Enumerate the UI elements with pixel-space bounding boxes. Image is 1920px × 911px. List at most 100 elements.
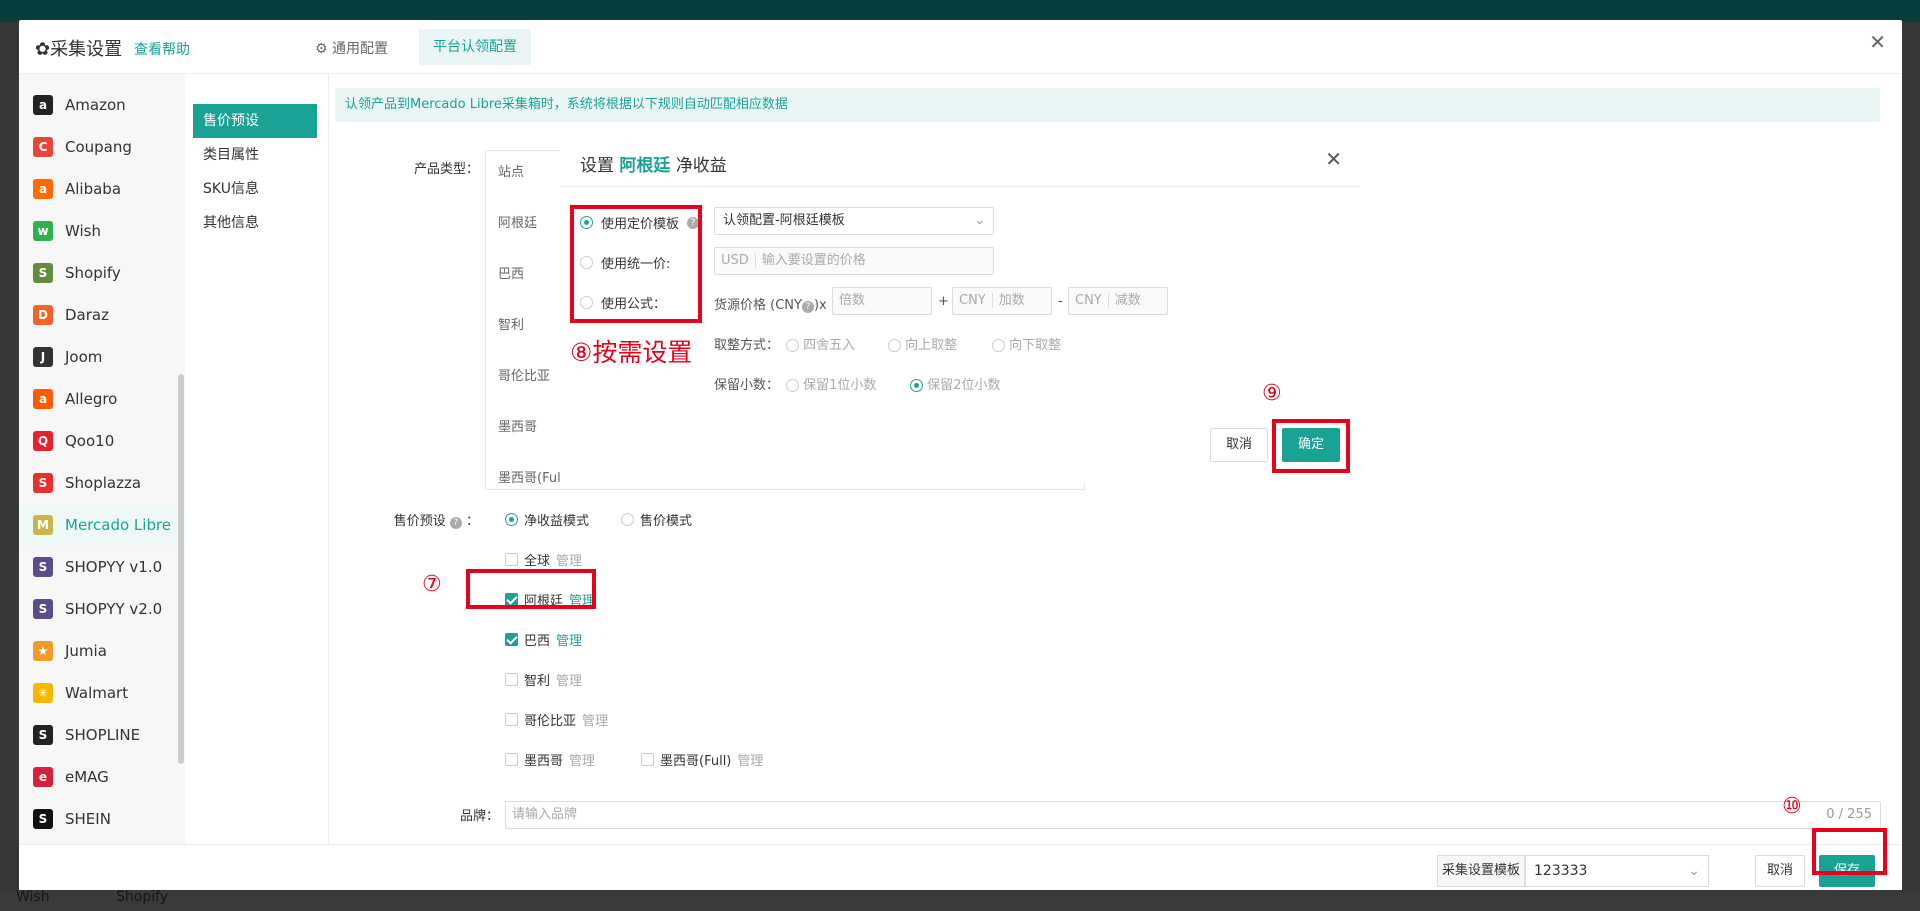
sidebar-item-walmart[interactable]: ✳ Walmart: [19, 672, 185, 714]
help-link[interactable]: 查看帮助: [134, 39, 190, 59]
sidebar-item-coupang[interactable]: C Coupang: [19, 126, 185, 168]
brand-label: 品牌：: [459, 809, 499, 824]
step-8-hint: ⑧按需设置: [570, 338, 693, 367]
site-brazil[interactable]: 巴西 管理: [505, 630, 582, 649]
checkbox[interactable]: [505, 753, 518, 766]
info-notice: 认领产品到Mercado Libre采集箱时，系统将根据以下规则自动匹配相应数据: [335, 88, 1880, 122]
save-button[interactable]: 保存: [1819, 855, 1875, 887]
sidebar-item-allegro[interactable]: a Allegro: [19, 378, 185, 420]
manage-link[interactable]: 管理: [556, 630, 582, 649]
sidebar-item-joom[interactable]: J Joom: [19, 336, 185, 378]
decimal-two[interactable]: 保留2位小数: [910, 374, 1000, 393]
sidebar-item-alibaba[interactable]: a Alibaba: [19, 168, 185, 210]
subnav-category-attributes[interactable]: 类目属性: [193, 138, 317, 172]
sidebar-item-shopline[interactable]: S SHOPLINE: [19, 714, 185, 756]
site-colombia[interactable]: 哥伦比亚 管理: [505, 710, 608, 729]
add-amount-input[interactable]: CNY 加数: [952, 287, 1052, 315]
table-row: 阿根廷: [498, 216, 538, 231]
radio-unified-price[interactable]: [580, 256, 593, 269]
radio[interactable]: [910, 379, 923, 392]
checkbox[interactable]: [505, 593, 518, 606]
site-argentina[interactable]: 阿根廷 管理: [505, 590, 595, 609]
radio-formula[interactable]: [580, 296, 593, 309]
sidebar-item-wish[interactable]: w Wish: [19, 210, 185, 252]
mode-sale-price[interactable]: 售价模式: [621, 510, 692, 529]
radio-sale-price[interactable]: [621, 513, 634, 526]
sidebar-item-amazon[interactable]: a Amazon: [19, 84, 185, 126]
manage-link[interactable]: 管理: [556, 670, 582, 689]
sidebar-item-shopyy-v2-0[interactable]: S SHOPYY v2.0: [19, 588, 185, 630]
gear-icon: ⚙: [315, 41, 328, 57]
rounding-half-up[interactable]: 四舍五入: [786, 334, 855, 353]
sidebar-item-label: Mercado Libre: [65, 516, 172, 534]
decimal-one[interactable]: 保留1位小数: [786, 374, 876, 393]
subnav-other-info[interactable]: 其他信息: [193, 206, 317, 240]
close-icon[interactable]: ✕: [1325, 147, 1342, 171]
sidebar-item-mercado-libre[interactable]: M Mercado Libre: [19, 504, 185, 546]
manage-link[interactable]: 管理: [569, 750, 595, 769]
dialog-cancel-button[interactable]: 取消: [1210, 428, 1268, 462]
checkbox[interactable]: [505, 633, 518, 646]
close-icon[interactable]: ✕: [1869, 30, 1886, 54]
checkbox[interactable]: [505, 673, 518, 686]
radio-net-profit[interactable]: [505, 513, 518, 526]
rounding-ceil[interactable]: 向上取整: [888, 334, 957, 353]
manage-link[interactable]: 管理: [569, 590, 595, 609]
subtract-amount-input[interactable]: CNY 减数: [1068, 287, 1168, 315]
sidebar-item-shopify[interactable]: S Shopify: [19, 252, 185, 294]
rounding-floor[interactable]: 向下取整: [992, 334, 1061, 353]
radio[interactable]: [786, 339, 799, 352]
radio[interactable]: [992, 339, 1005, 352]
unified-price-input[interactable]: USD 输入要设置的价格: [714, 247, 994, 275]
sidebar-item-emag[interactable]: e eMAG: [19, 756, 185, 798]
sidebar-scrollbar[interactable]: [178, 374, 184, 764]
modal-footer: 采集设置模板 123333 ⌄ 取消 保存: [19, 844, 1902, 890]
shein-icon: S: [33, 809, 53, 829]
site-mexico-full[interactable]: 墨西哥(Full) 管理: [641, 750, 763, 769]
sidebar-item-label: SHOPLINE: [65, 726, 141, 744]
help-icon[interactable]: ?: [687, 216, 700, 229]
sidebar-item-daraz[interactable]: D Daraz: [19, 294, 185, 336]
tab-general[interactable]: ⚙ 通用配置: [315, 38, 388, 58]
brand-input[interactable]: 请输入品牌 0 / 255: [505, 801, 1881, 829]
sidebar-item-shoplazza[interactable]: S Shoplazza: [19, 462, 185, 504]
option-unified-price[interactable]: 使用统一价:: [580, 253, 670, 272]
pricing-template-select[interactable]: 认领配置-阿根廷模板 ⌄: [714, 207, 994, 235]
template-select[interactable]: 123333 ⌄: [1525, 855, 1709, 887]
cancel-button[interactable]: 取消: [1755, 855, 1805, 887]
help-icon[interactable]: ?: [449, 517, 462, 529]
site-global[interactable]: 全球 管理: [505, 550, 582, 569]
manage-link[interactable]: 管理: [582, 710, 608, 729]
checkbox[interactable]: [505, 713, 518, 726]
option-formula[interactable]: 使用公式：: [580, 293, 666, 312]
manage-link[interactable]: 管理: [556, 550, 582, 569]
sidebar-item-shopyy-v1-0[interactable]: S SHOPYY v1.0: [19, 546, 185, 588]
subnav-sku-info[interactable]: SKU信息: [193, 172, 317, 206]
sidebar-item-label: Wish: [65, 222, 101, 240]
checkbox[interactable]: [641, 753, 654, 766]
allegro-icon: a: [33, 389, 53, 409]
site-chile[interactable]: 智利 管理: [505, 670, 582, 689]
sidebar-item-qoo10[interactable]: Q Qoo10: [19, 420, 185, 462]
dialog-confirm-button[interactable]: 确定: [1282, 428, 1340, 462]
multiplier-input[interactable]: 倍数: [832, 287, 932, 315]
subnav-price-preset[interactable]: 售价预设: [193, 104, 317, 138]
sidebar-item-shein[interactable]: S SHEIN: [19, 798, 185, 840]
sidebar-item-jumia[interactable]: ★ Jumia: [19, 630, 185, 672]
decimal-label: 保留小数：: [714, 378, 780, 393]
dialog-header: 设置 阿根廷 净收益 ✕: [560, 137, 1360, 187]
tab-platform-claim[interactable]: 平台认领配置: [419, 29, 531, 65]
option-pricing-template[interactable]: 使用定价模板 ?: [580, 213, 700, 232]
mode-net-profit[interactable]: 净收益模式: [505, 510, 589, 529]
step-7-marker: ⑦: [422, 572, 442, 597]
manage-link[interactable]: 管理: [737, 750, 763, 769]
help-icon[interactable]: ?: [801, 301, 814, 313]
sidebar-item-label: Amazon: [65, 96, 126, 114]
radio[interactable]: [786, 379, 799, 392]
radio[interactable]: [888, 339, 901, 352]
gear-icon: ✿: [35, 39, 51, 60]
checkbox[interactable]: [505, 553, 518, 566]
wish-icon: w: [33, 221, 53, 241]
site-mexico[interactable]: 墨西哥 管理: [505, 750, 595, 769]
radio-pricing-template[interactable]: [580, 216, 593, 229]
